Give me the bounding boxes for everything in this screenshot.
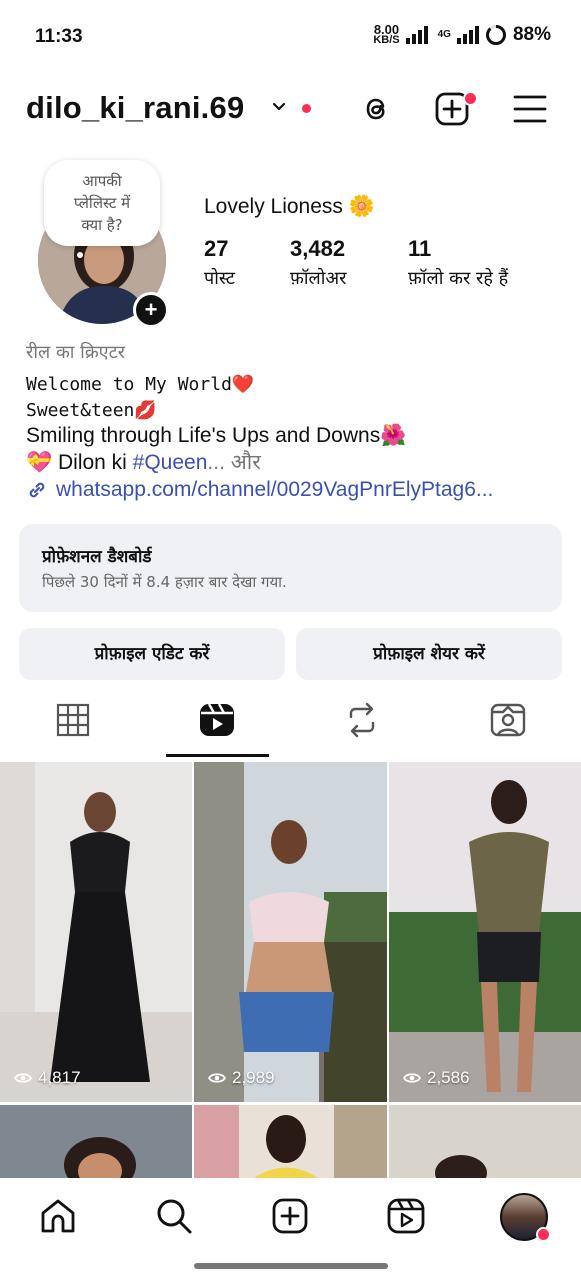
reel-views-count: 4,817: [38, 1068, 81, 1087]
create-notification-dot: [463, 91, 478, 106]
battery-level: 88%: [512, 24, 551, 45]
bio-line-2: Sweet&teen💋: [26, 400, 157, 421]
chevron-down-icon[interactable]: [272, 100, 286, 114]
status-bar: 11:33 8.00 KB/S 4G 88%: [0, 0, 581, 74]
share-profile-button[interactable]: प्रोफ़ाइल शेयर करें: [296, 628, 562, 680]
account-notification-dot: [302, 104, 311, 113]
note-bubble[interactable]: आपकी प्लेलिस्ट में क्या है?: [44, 160, 160, 246]
add-story-button[interactable]: +: [133, 292, 169, 328]
eye-icon: [403, 1073, 421, 1083]
bio-more-button[interactable]: ... और: [207, 451, 260, 474]
reel-image: [389, 762, 581, 1102]
reposts-icon[interactable]: [342, 700, 382, 740]
signal-icon: [405, 26, 428, 44]
reel-thumbnail[interactable]: 2,989: [194, 762, 387, 1102]
stat-followers-label: फ़ॉलोअर: [290, 268, 347, 289]
reel-thumbnail[interactable]: [389, 1105, 581, 1178]
stat-following-label: फ़ॉलो कर रहे हैं: [408, 268, 509, 289]
dashboard-title: प्रोफ़ेशनल डैशबोर्ड: [42, 547, 152, 567]
note-line: आपकी: [82, 172, 122, 190]
profile-username[interactable]: dilo_ki_rani.69: [26, 90, 244, 126]
reel-image: [0, 762, 192, 1102]
stat-posts[interactable]: 27 पोस्ट: [204, 236, 235, 290]
display-name: Lovely Lioness 🌼: [204, 195, 375, 218]
reel-views-count: 2,989: [232, 1068, 275, 1087]
reel-views: 2,989: [208, 1068, 275, 1088]
profile-link-text: whatsapp.com/channel/0029VagPnrElyPtag6.…: [56, 478, 494, 501]
grid-icon[interactable]: [53, 700, 93, 740]
bio-line-4: 💝 Dilon ki #Queen... और: [26, 448, 261, 476]
note-bubble-tail: [77, 252, 83, 258]
profile-notification-dot: [536, 1227, 551, 1242]
stat-following[interactable]: 11 फ़ॉलो कर रहे हैं: [408, 236, 508, 290]
network-type: 4G: [437, 29, 451, 40]
reel-thumbnail[interactable]: 4,817: [0, 762, 192, 1102]
stat-posts-label: पोस्ट: [204, 268, 235, 289]
eye-icon: [14, 1073, 32, 1083]
reel-views: 4,817: [14, 1068, 81, 1088]
reel-views-count: 2,586: [427, 1068, 470, 1087]
bio-line-3: Smiling through Life's Ups and Downs🌺: [26, 424, 407, 447]
menu-icon[interactable]: [512, 91, 548, 127]
signal-icon-2: [456, 26, 479, 44]
threads-icon[interactable]: [358, 91, 394, 127]
bio-line-1: Welcome to My World❤️: [26, 374, 255, 395]
network-speed-unit: KB/S: [373, 34, 400, 46]
battery-ring-icon: [485, 25, 506, 45]
status-time: 11:33: [35, 26, 83, 47]
status-indicators: 8.00 KB/S 4G 88%: [373, 23, 551, 46]
bio-line-4-text: 💝 Dilon ki: [26, 451, 133, 474]
stat-following-value: 11: [408, 236, 432, 261]
create-icon[interactable]: [270, 1196, 310, 1236]
home-icon[interactable]: [38, 1196, 78, 1236]
stat-posts-value: 27: [204, 236, 229, 261]
profile-link[interactable]: whatsapp.com/channel/0029VagPnrElyPtag6.…: [26, 478, 493, 502]
search-icon[interactable]: [154, 1196, 194, 1236]
network-speed: 8.00 KB/S: [373, 23, 400, 46]
reels-icon[interactable]: [386, 1196, 426, 1236]
stat-followers[interactable]: 3,482 फ़ॉलोअर: [290, 236, 347, 290]
gesture-home-bar[interactable]: [194, 1263, 388, 1269]
note-line: क्या है?: [81, 216, 123, 234]
reel-image: [389, 1105, 581, 1178]
reels-icon[interactable]: [197, 700, 237, 740]
reel-thumbnail[interactable]: 2,586: [389, 762, 581, 1102]
reel-image: [194, 762, 387, 1102]
note-line: प्लेलिस्ट में: [73, 194, 131, 212]
reel-image: [0, 1105, 192, 1178]
professional-dashboard[interactable]: [19, 524, 562, 612]
eye-icon: [208, 1073, 226, 1083]
stat-followers-value: 3,482: [290, 236, 346, 261]
reel-thumbnail[interactable]: [194, 1105, 387, 1178]
bio-hashtag[interactable]: #Queen: [133, 451, 208, 474]
reel-views: 2,586: [403, 1068, 470, 1088]
edit-profile-button[interactable]: प्रोफ़ाइल एडिट करें: [19, 628, 285, 680]
reel-thumbnail[interactable]: [0, 1105, 192, 1178]
reel-image: [194, 1105, 387, 1178]
tagged-icon[interactable]: [488, 700, 528, 740]
dashboard-subtitle: पिछले 30 दिनों में 8.4 हज़ार बार देखा गय…: [42, 573, 287, 591]
profile-category: रील का क्रिएटर: [26, 342, 126, 363]
selected-tab-indicator: [166, 754, 269, 757]
link-icon: [29, 482, 45, 498]
